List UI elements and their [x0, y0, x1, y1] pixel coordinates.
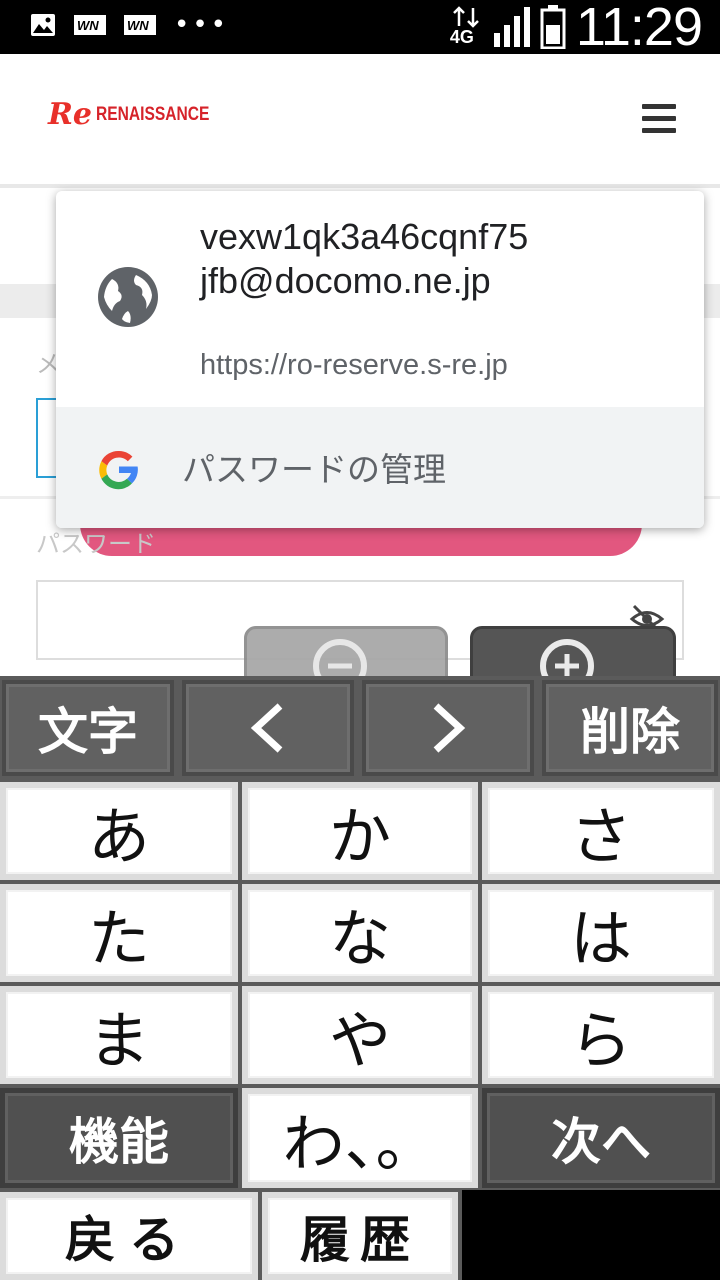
- suggested-email: vexw1qk3a46cqnf75jfb@docomo.ne.jp: [200, 216, 529, 301]
- kana-key-ra[interactable]: ら: [482, 986, 720, 1084]
- network-indicator: 4G: [450, 4, 484, 50]
- keyboard-empty-area: [462, 1190, 720, 1280]
- kana-key-ka[interactable]: か: [242, 782, 478, 880]
- logo-mark: Re: [48, 97, 93, 132]
- kana-key-ha[interactable]: は: [482, 884, 720, 982]
- cursor-right-key[interactable]: [362, 680, 534, 776]
- back-key[interactable]: 戻る: [0, 1192, 258, 1280]
- next-key[interactable]: 次へ: [482, 1088, 720, 1188]
- globe-icon: [98, 267, 158, 327]
- kana-key-a[interactable]: あ: [0, 782, 238, 880]
- zoom-out-button[interactable]: [244, 626, 448, 676]
- delete-key[interactable]: 削除: [542, 680, 718, 776]
- zoom-in-button[interactable]: [470, 626, 676, 676]
- notification-icons: WN WN •••: [30, 12, 229, 38]
- svg-text:WN: WN: [127, 18, 149, 33]
- cursor-left-key[interactable]: [182, 680, 354, 776]
- chevron-right-icon: [433, 703, 466, 753]
- kana-key-wa[interactable]: わ、。: [242, 1088, 478, 1188]
- kana-key-na[interactable]: な: [242, 884, 478, 982]
- google-icon: [99, 450, 138, 490]
- credential-suggestion[interactable]: vexw1qk3a46cqnf75jfb@docomo.ne.jp https:…: [56, 191, 704, 407]
- more-notifications-icon: •••: [174, 10, 230, 40]
- image-icon: [30, 12, 56, 38]
- wn-icon: WN: [124, 12, 156, 38]
- function-key[interactable]: 機能: [0, 1088, 238, 1188]
- suggested-url: https://ro-reserve.s-re.jp: [200, 349, 508, 381]
- japanese-keyboard: 文字 削除 あ か さ た な は ま や ら 機能 わ、。 次へ 戻る 履歴: [0, 676, 720, 1280]
- status-bar: WN WN ••• 4G 11:29: [0, 0, 720, 54]
- zoom-in-icon: [540, 639, 594, 676]
- kana-key-ta[interactable]: た: [0, 884, 238, 982]
- manage-passwords-label: パスワードの管理: [182, 450, 446, 489]
- kana-key-ya[interactable]: や: [242, 986, 478, 1084]
- history-key[interactable]: 履歴: [262, 1192, 458, 1280]
- renaissance-logo[interactable]: Re RENAISSANCE: [48, 100, 234, 130]
- kana-key-ma[interactable]: ま: [0, 986, 238, 1084]
- chevron-left-icon: [250, 703, 283, 753]
- password-label: パスワード: [36, 530, 156, 558]
- zoom-out-icon: [313, 639, 367, 676]
- manage-passwords-item[interactable]: パスワードの管理: [56, 407, 704, 528]
- system-icons: 4G 11:29: [450, 0, 703, 57]
- battery-icon: [540, 5, 566, 49]
- signal-icon: [493, 7, 530, 47]
- hamburger-menu-icon[interactable]: [642, 104, 676, 134]
- header-divider: [0, 184, 720, 188]
- svg-text:WN: WN: [77, 18, 99, 33]
- wn-icon: WN: [74, 12, 106, 38]
- logo-text: RENAISSANCE: [96, 104, 210, 125]
- data-arrows-icon: [452, 6, 479, 28]
- kana-key-sa[interactable]: さ: [482, 782, 720, 880]
- clock: 11:29: [575, 0, 703, 57]
- autofill-popup: vexw1qk3a46cqnf75jfb@docomo.ne.jp https:…: [56, 191, 704, 528]
- network-type: 4G: [449, 27, 474, 47]
- mode-key[interactable]: 文字: [2, 680, 174, 776]
